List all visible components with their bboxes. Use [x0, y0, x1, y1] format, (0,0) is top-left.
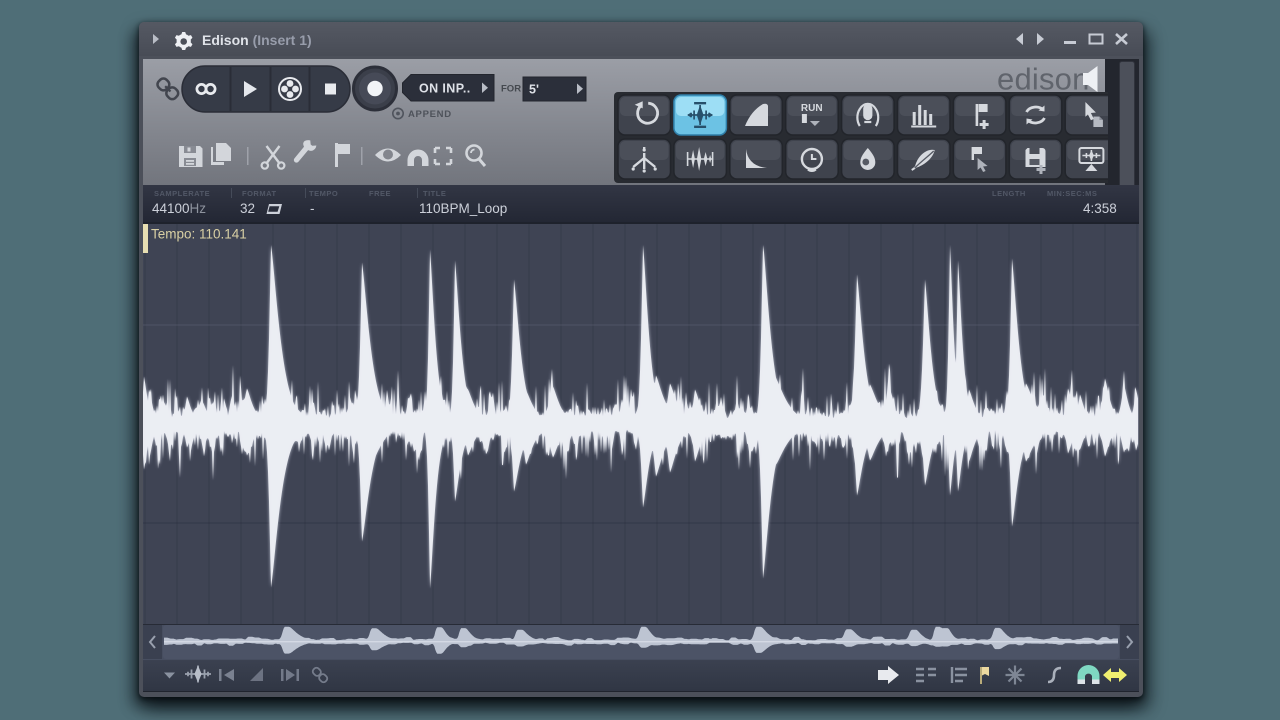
svg-text:Tempo: 110.141: Tempo: 110.141 [151, 227, 247, 242]
svg-text:RUN: RUN [801, 103, 823, 114]
